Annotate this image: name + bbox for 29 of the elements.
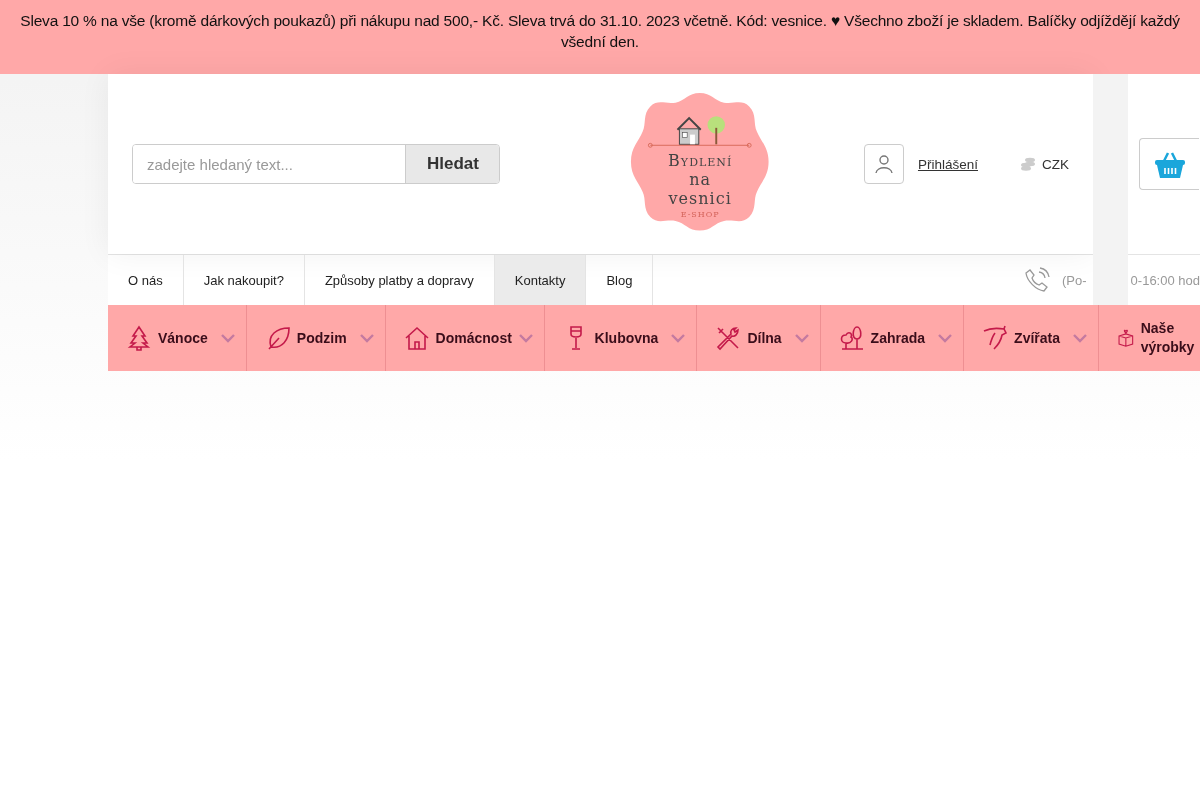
category-menu-item[interactable]: Vánoce (108, 305, 247, 371)
phone-icon (1024, 267, 1051, 293)
phone-hours-text: 0-16:00 hod (1130, 272, 1200, 288)
category-menu-item[interactable]: Zvířata (964, 305, 1099, 371)
currency-selector[interactable]: CZK (1042, 156, 1069, 172)
christmas-tree-icon (126, 325, 152, 351)
phone-hours-text: (Po- (1062, 272, 1087, 288)
category-menu-item[interactable]: Zahrada (820, 305, 965, 371)
login-link[interactable]: Přihlášení (917, 156, 978, 172)
tools-icon (715, 325, 742, 351)
top-nav-link[interactable]: Kontakty (494, 255, 587, 305)
promo-banner: Sleva 10 % na vše (kromě dárkových poukazů) při nákupu nad 500,- Kč. Sleva trvá do 31.10. 2023 včetně. Kód: vesnice. ♥ Všechno zboží je skladem. Balíčky odjíždějí každý všední den. (0, 0, 1200, 74)
search-button[interactable]: Hledat (405, 145, 500, 183)
logo-text: Bydlení (668, 151, 733, 170)
cart-button[interactable] (1139, 138, 1199, 190)
coins-icon (1020, 157, 1036, 171)
category-menu-item[interactable]: Naše výrobky (1099, 305, 1200, 371)
house-icon (403, 325, 430, 351)
logo-subtitle: E-SHOP (680, 210, 720, 219)
category-menu-item[interactable]: Dílna (697, 305, 821, 371)
user-icon[interactable] (863, 144, 904, 184)
category-menu-item[interactable]: Klubovna (544, 305, 698, 371)
trees-icon (838, 325, 865, 351)
category-menu-item[interactable]: Podzim (246, 305, 386, 371)
category-menu-item[interactable]: Domácnost (385, 305, 545, 371)
logo[interactable]: Bydlení na vesnici E-SHOP (629, 91, 771, 237)
logo-text: na (689, 170, 712, 189)
search-field[interactable]: zadejte hledaný text... Hledat (132, 144, 501, 184)
logo-text: vesnici (668, 189, 732, 208)
